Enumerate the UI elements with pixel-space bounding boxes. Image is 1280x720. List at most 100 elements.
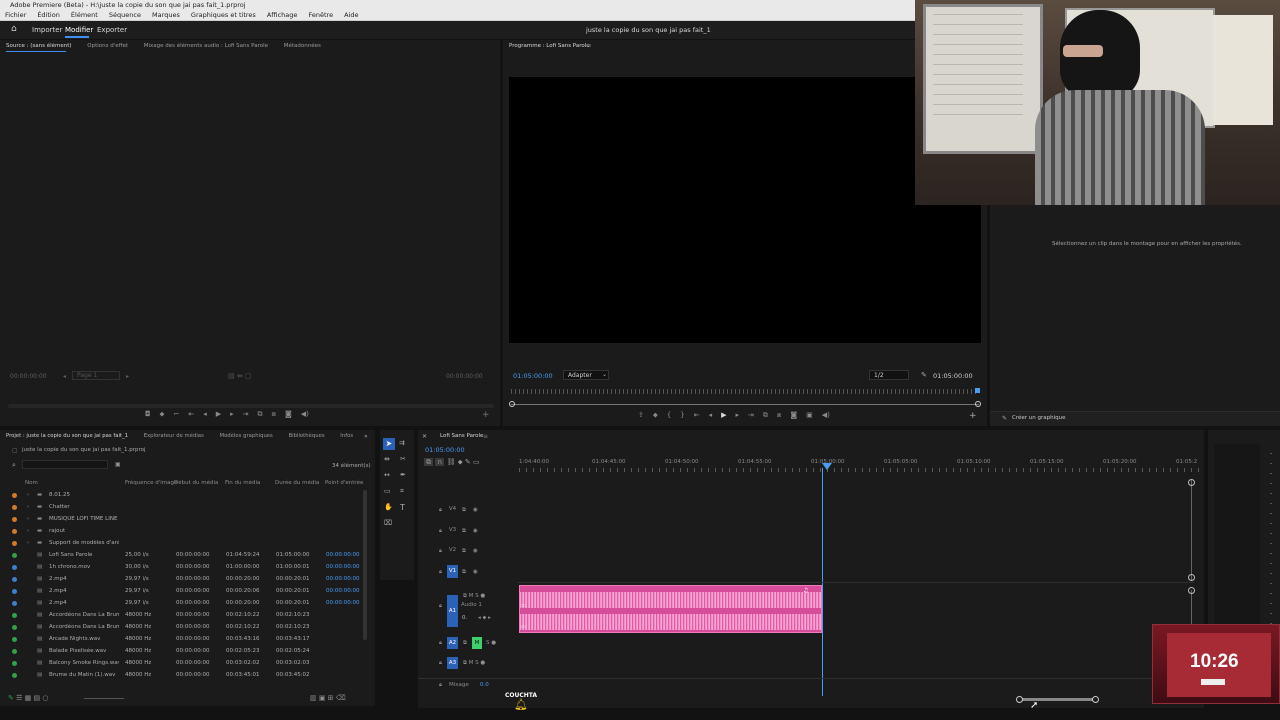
prog-go-out-icon[interactable]: ⇥ [748, 411, 754, 419]
track-lock-icon[interactable]: 🔒︎ [439, 569, 442, 576]
eye-icon[interactable]: ◉ [473, 548, 478, 554]
pencil-icon[interactable]: ✎ [8, 694, 14, 702]
project-scrollbar[interactable] [363, 490, 367, 640]
panel-menu-icon[interactable]: ≡ [587, 43, 592, 49]
slip-tool-icon[interactable]: ↔ [384, 471, 390, 479]
list-item[interactable]: ▤ Lofi Sans Parole 25,00 i/s 00:00:00:00 01:… [0, 549, 362, 561]
menu-markers[interactable]: Marques [152, 11, 180, 19]
mark-out-icon[interactable]: ⌐ [173, 410, 179, 418]
sync-lock-icon[interactable]: ⧉ [462, 528, 466, 535]
prog-step-back-icon[interactable]: ◂ [709, 411, 713, 419]
snap-icon[interactable]: ∩ [435, 458, 445, 466]
add-marker-icon[interactable]: ⬥ [160, 410, 165, 418]
list-item[interactable]: ▤ Brume du Matin (1).wav 48000 Hz 00:00:00:… [0, 669, 362, 679]
prog-out-icon[interactable]: } [680, 411, 684, 419]
list-item[interactable]: › ▬ Support de modèles d'anima [0, 537, 362, 549]
prog-go-in-icon[interactable]: ⇤ [694, 411, 700, 419]
tab-audio-mixer[interactable]: Mixage des éléments audio : Lofi Sans Pa… [144, 43, 268, 49]
tab-export[interactable]: Exporter [97, 26, 127, 34]
eye-icon[interactable]: ◉ [473, 569, 478, 575]
label-color-swatch[interactable] [12, 589, 17, 594]
lock-icon[interactable]: 🔒︎ [439, 603, 442, 610]
list-item[interactable]: › ▬ 8.01.25 [0, 489, 362, 501]
label-color-swatch[interactable] [12, 565, 17, 570]
tab-project[interactable]: Projet : juste la copie du son que jai p… [6, 433, 128, 439]
label-color-swatch[interactable] [12, 649, 17, 654]
track-target-a3[interactable]: A3 [447, 657, 458, 669]
prog-marker-icon[interactable]: ⬥ [653, 411, 658, 419]
label-color-swatch[interactable] [12, 661, 17, 666]
menu-file[interactable]: Fichier [5, 11, 26, 19]
track-target[interactable]: V1 [447, 564, 458, 578]
track-lock-icon[interactable]: 🔒︎ [439, 528, 442, 535]
menu-clip[interactable]: Élément [71, 11, 98, 19]
program-scrub-end-handle[interactable] [975, 401, 981, 407]
mark-in-icon[interactable]: ◘ [145, 410, 151, 418]
audio1-level[interactable]: 0. [462, 615, 467, 621]
freeform-view-icon[interactable]: ▤ [33, 694, 40, 702]
list-item[interactable]: ▤ 2.mp4 29,97 i/s 00:00:00:00 00:00:20:00 00:… [0, 597, 362, 609]
go-in-icon[interactable]: ⇤ [188, 410, 194, 418]
home-icon[interactable]: ⌂ [11, 24, 17, 34]
label-color-swatch[interactable] [12, 625, 17, 630]
page-next-icon[interactable]: ▸ [126, 373, 129, 380]
sync-lock-icon[interactable]: ⧉ [462, 507, 466, 514]
rectangle-tool-icon[interactable]: ▭ [384, 487, 391, 495]
settings-tl-icon[interactable]: ✎ [465, 458, 471, 466]
list-item[interactable]: ▤ Accordéons Dans La Brume 48000 Hz 00:00:0… [0, 621, 362, 633]
page-prev-icon[interactable]: ◂ [63, 373, 66, 380]
prog-camera-icon[interactable]: ◙ [790, 411, 797, 419]
add-button-icon[interactable]: + [482, 410, 490, 420]
expand-chevron-icon[interactable]: › [27, 525, 29, 537]
track-target-a1[interactable]: A1 [447, 595, 458, 627]
a2-sync-icon[interactable]: ⧉ [463, 640, 467, 647]
export-frame-icon[interactable]: ◙ [285, 410, 292, 418]
prog-play-icon[interactable]: ▶ [721, 411, 726, 419]
col-media-end[interactable]: Fin du média [225, 480, 260, 486]
list-item[interactable]: ▤ Accordéons Dans La Brume (48000 Hz 00:00… [0, 609, 362, 621]
add-marker-tl-icon[interactable]: ⬥ [458, 458, 463, 466]
prog-lift-icon[interactable]: ⇪ [638, 411, 644, 419]
track-target-a2[interactable]: A2 [447, 637, 458, 649]
menu-window[interactable]: Fenêtre [308, 11, 333, 19]
a1-keyframe-icon[interactable]: ◂ ⬥ ▸ [478, 615, 491, 622]
hand-tool-icon[interactable]: ✋ [384, 503, 393, 511]
eye-icon[interactable]: ◉ [473, 528, 478, 534]
razor-tool-icon[interactable]: ✂ [400, 455, 406, 463]
list-item[interactable]: › ▬ rajout [0, 525, 362, 537]
label-color-swatch[interactable] [12, 601, 17, 606]
selection-tool-icon[interactable]: ➤ [383, 438, 395, 450]
label-color-swatch[interactable] [12, 493, 17, 498]
prog-step-forward-icon[interactable]: ▸ [736, 411, 740, 419]
list-item[interactable]: ▤ Balcony Smoke Rings.wav 48000 Hz 00:00:00… [0, 657, 362, 669]
page-select[interactable]: Page 1 [72, 371, 120, 380]
audio-clip[interactable]: ♫ ▭ ▭ [519, 585, 822, 633]
prog-in-icon[interactable]: { [667, 411, 671, 419]
project-actions-icons[interactable]: ▥ ▣ ⊞ ⌫ [310, 694, 346, 702]
list-item[interactable]: ▤ 2.mp4 29,97 i/s 00:00:00:00 00:00:20:00 00:… [0, 573, 362, 585]
menu-graphics[interactable]: Graphiques et titres [191, 11, 256, 19]
overwrite-icon[interactable]: ⧈ [272, 410, 276, 418]
program-ruler[interactable] [511, 389, 979, 394]
col-media-duration[interactable]: Durée du média [275, 480, 319, 486]
track-target[interactable]: V2 [447, 544, 458, 557]
search-input[interactable] [22, 460, 108, 469]
sync-lock-icon[interactable]: ⧉ [462, 569, 466, 576]
video-vscroll[interactable] [1191, 480, 1192, 580]
label-color-swatch[interactable] [12, 505, 17, 510]
prog-compare-icon[interactable]: ▣ [806, 411, 813, 419]
hscroll-right-handle[interactable] [1092, 696, 1099, 703]
hscroll-left-handle[interactable] [1016, 696, 1023, 703]
vscroll-top-handle[interactable] [1188, 479, 1195, 486]
type-tool-icon[interactable]: T [400, 503, 405, 512]
timeline-timecode[interactable]: 01:05:00:00 [425, 446, 465, 454]
step-forward-icon[interactable]: ▸ [230, 410, 234, 418]
program-monitor-video[interactable] [509, 77, 981, 343]
a3-controls-icon[interactable]: ⧉ M S ● [463, 660, 485, 667]
ripple-edit-tool-icon[interactable]: ⇹ [384, 455, 390, 463]
caption-tool-icon[interactable]: ⌧ [384, 519, 392, 527]
a2-mute-toggle[interactable]: M [472, 637, 482, 649]
insert-icon[interactable]: ⧉ [258, 410, 263, 418]
track-lock-icon[interactable]: 🔒︎ [439, 548, 442, 555]
a2-lock-icon[interactable]: 🔒︎ [439, 640, 442, 647]
